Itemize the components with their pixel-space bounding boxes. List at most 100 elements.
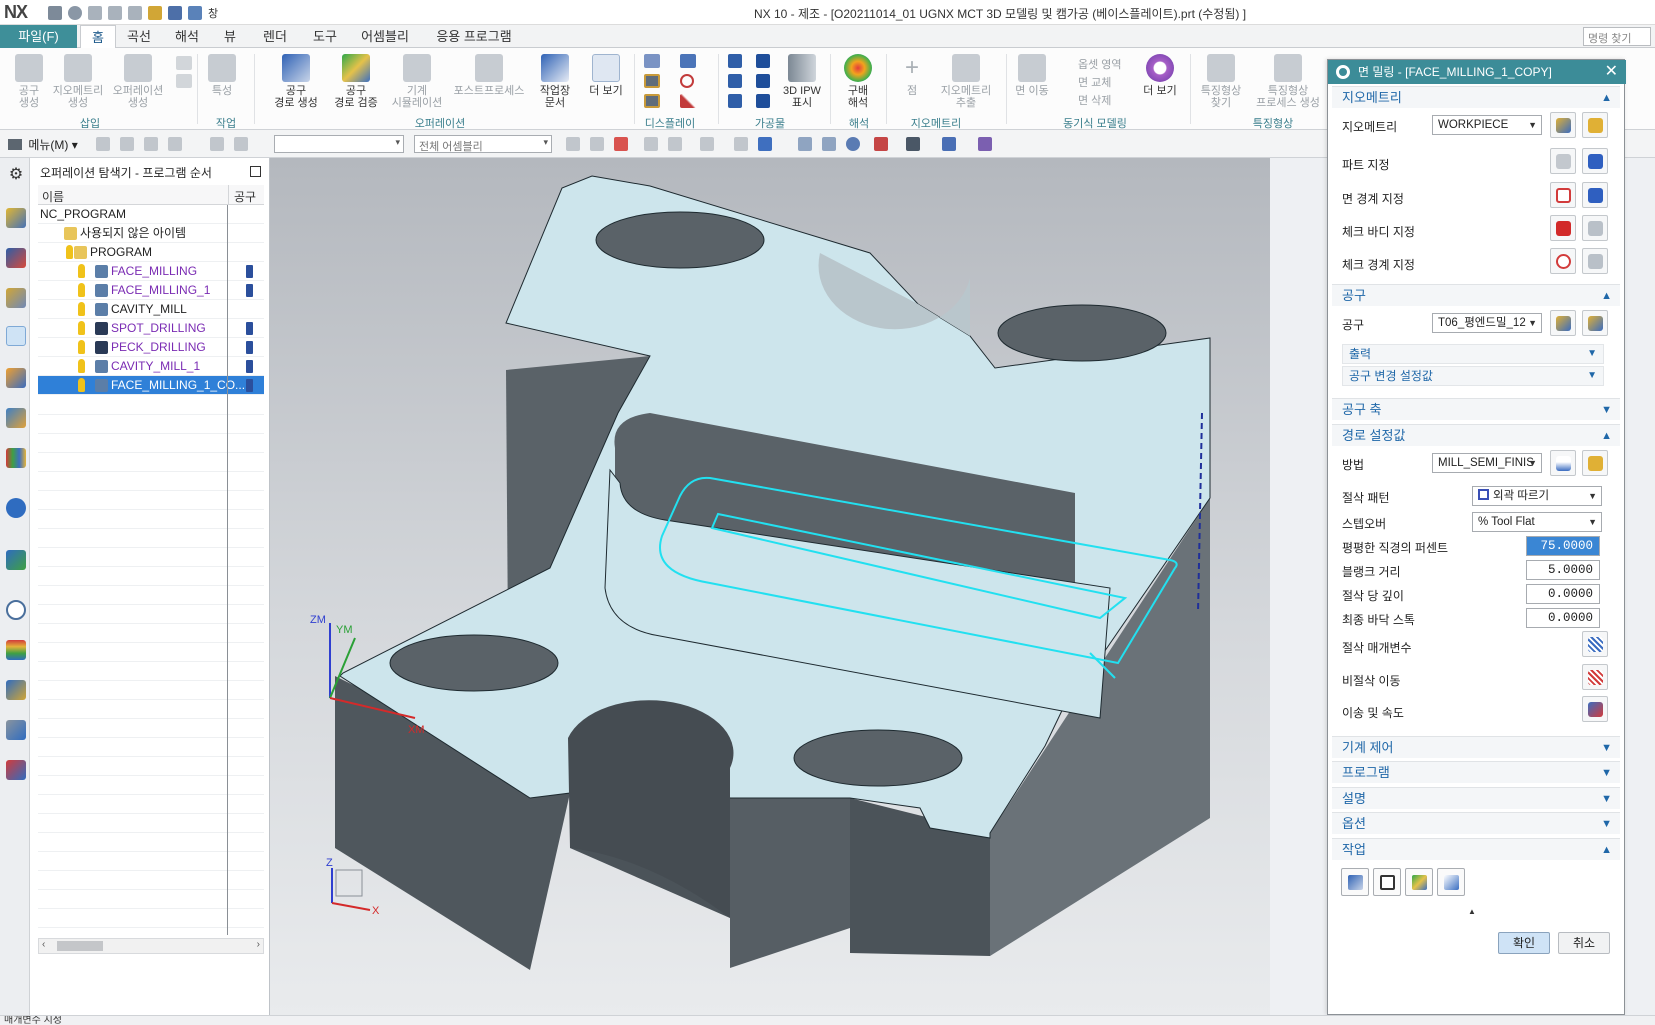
depth-per-cut-input[interactable]: 0.0000 (1526, 584, 1600, 604)
extract-geometry-button[interactable]: 지오메트리 추출 (936, 54, 996, 109)
tree-row[interactable]: FACE_MILLING_1 (38, 281, 264, 300)
create-geometry-button[interactable]: 지오메트리 생성 (50, 54, 106, 109)
cut-pattern-dropdown[interactable]: 외곽 따르기 ▼ (1472, 486, 1602, 506)
ok-button[interactable]: 확인 (1498, 932, 1550, 954)
display-5-icon[interactable] (680, 74, 694, 88)
method-view-icon[interactable] (6, 288, 26, 308)
tab-render[interactable]: 렌더 (254, 25, 296, 48)
action-list-button[interactable] (1437, 868, 1465, 896)
command-search-input[interactable]: 명령 찾기 (1583, 27, 1651, 46)
navigator-hscrollbar[interactable]: ‹ › (38, 938, 264, 954)
section-tool-axis[interactable]: 공구 축 ▼ (1332, 398, 1620, 420)
palette-icon[interactable] (6, 640, 26, 660)
edit-method-button[interactable] (1582, 450, 1608, 476)
window-icon[interactable] (188, 6, 202, 20)
geometry-dropdown[interactable]: WORKPIECE ▼ (1432, 115, 1542, 135)
tree-row[interactable]: PROGRAM (38, 243, 264, 262)
web-browser-icon[interactable] (6, 550, 26, 570)
tree-row[interactable]: SPOT_DRILLING (38, 319, 264, 338)
show-hide-icon[interactable] (978, 137, 992, 151)
machine-tool-navigator-icon[interactable] (6, 208, 26, 228)
hd3d-tools-icon[interactable] (6, 498, 26, 518)
section-machine-control[interactable]: 기계 제어 ▼ (1332, 736, 1620, 758)
point-button[interactable]: + 점 (892, 54, 932, 97)
assembly-navigator-icon[interactable] (6, 408, 26, 428)
snap-3-icon[interactable] (614, 137, 628, 151)
paste-icon[interactable] (128, 6, 142, 20)
tab-applications[interactable]: 응용 프로그램 (424, 25, 524, 48)
repeat-command-icon[interactable] (148, 6, 162, 20)
face-move-button[interactable]: 면 이동 (1012, 54, 1052, 97)
view-2-icon[interactable] (758, 137, 772, 151)
tab-view[interactable]: 뷰 (214, 25, 246, 48)
specify-part-button[interactable] (1550, 148, 1576, 174)
flat-diameter-percent-input[interactable]: 75.0000 (1526, 536, 1600, 556)
scroll-left-icon[interactable]: ‹ (42, 939, 45, 950)
snap-6-icon[interactable] (700, 137, 714, 151)
face-replace-button[interactable]: 면 교체 (1060, 74, 1122, 92)
display-3-icon[interactable] (644, 94, 660, 108)
column-name[interactable]: 이름 (42, 188, 64, 205)
section-options[interactable]: 옵션 ▼ (1332, 812, 1620, 834)
tree-row[interactable]: FACE_MILLING (38, 262, 264, 281)
new-geometry-button[interactable] (1550, 112, 1576, 138)
verify-toolpath-button[interactable]: 공구 경로 검증 (328, 54, 384, 109)
face-delete-button[interactable]: 면 삭제 (1060, 92, 1122, 110)
copy-icon[interactable] (108, 6, 122, 20)
close-icon[interactable]: ✕ (1605, 63, 1618, 81)
workpiece-5-icon[interactable] (756, 74, 770, 88)
view-orient-icon[interactable] (874, 137, 888, 151)
assembly-filter-combo[interactable]: 전체 어셈블리 ▾ (414, 135, 552, 153)
postprocess-button[interactable]: 포스트프로세스 (452, 54, 526, 97)
dialog-settings-icon[interactable] (1336, 65, 1350, 79)
roles-icon[interactable] (6, 680, 26, 700)
selection-3-icon[interactable] (144, 137, 158, 151)
workpiece-1-icon[interactable] (728, 54, 742, 68)
workpiece-4-icon[interactable] (756, 54, 770, 68)
edit-geometry-button[interactable] (1582, 112, 1608, 138)
pin-icon[interactable] (250, 166, 261, 177)
snap-1-icon[interactable] (566, 137, 580, 151)
undo-icon[interactable] (68, 6, 82, 20)
collapse-arrow-icon[interactable]: ▲ (1468, 907, 1476, 916)
create-tool-button[interactable]: 공구 생성 (6, 54, 52, 109)
feature-process-button[interactable]: 특징형상 프로세스 생성 (1250, 54, 1326, 109)
display-check-body-button[interactable] (1582, 215, 1608, 241)
tab-curve[interactable]: 곡선 (118, 25, 160, 48)
section-path-settings[interactable]: 경로 설정값 ▲ (1332, 424, 1620, 446)
shop-doc-button[interactable]: 작업장 문서 (530, 54, 580, 109)
workpiece-6-icon[interactable] (756, 94, 770, 108)
action-generate-button[interactable] (1341, 868, 1369, 896)
stepover-dropdown[interactable]: % Tool Flat ▼ (1472, 512, 1602, 532)
new-method-button[interactable] (1550, 450, 1576, 476)
operation-navigator-icon[interactable] (6, 326, 26, 346)
display-check-boundary-button[interactable] (1582, 248, 1608, 274)
selection-5-icon[interactable] (210, 137, 224, 151)
blank-distance-input[interactable]: 5.0000 (1526, 560, 1600, 580)
graphics-viewport[interactable]: ZM YM XM Z X (270, 158, 1270, 1015)
section-actions[interactable]: 작업 ▲ (1332, 838, 1620, 860)
display-1-icon[interactable] (644, 54, 660, 68)
new-tool-button[interactable] (1550, 310, 1576, 336)
touch-mode-icon[interactable] (168, 6, 182, 20)
feeds-speeds-button[interactable] (1582, 696, 1608, 722)
snap-4-icon[interactable] (644, 137, 658, 151)
system-materials-icon[interactable] (6, 760, 26, 780)
method-dropdown[interactable]: MILL_SEMI_FINIS ▼ (1432, 453, 1542, 473)
view-1-icon[interactable] (734, 137, 748, 151)
tree-row[interactable]: NC_PROGRAM (38, 205, 264, 224)
offset-region-button[interactable]: 옵셋 영역 (1060, 56, 1122, 74)
history-clock-icon[interactable] (6, 600, 26, 620)
selection-1-icon[interactable] (96, 137, 110, 151)
scroll-thumb[interactable] (57, 941, 103, 951)
section-program[interactable]: 프로그램 ▼ (1332, 761, 1620, 783)
column-tool[interactable]: 공구 (234, 188, 256, 205)
tab-tools[interactable]: 도구 (304, 25, 346, 48)
section-tool[interactable]: 공구 ▲ (1332, 284, 1620, 306)
display-part-button[interactable] (1582, 148, 1608, 174)
rotate-icon[interactable] (846, 137, 860, 151)
output-subsection[interactable]: 출력 ▼ (1342, 344, 1604, 364)
generate-toolpath-button[interactable]: 공구 경로 생성 (268, 54, 324, 109)
layer-icon[interactable] (942, 137, 956, 151)
tab-home[interactable]: 홈 (80, 25, 116, 48)
